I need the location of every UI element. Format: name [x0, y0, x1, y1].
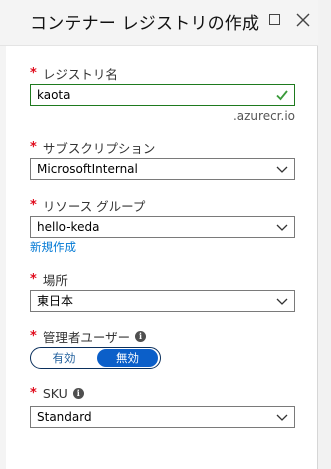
resource-group-label: * リソース グループ: [30, 196, 145, 215]
resource-group-field: * リソース グループ hello-keda 新規作成: [30, 196, 295, 258]
location-field: * 場所 東日本: [30, 270, 295, 316]
resource-group-dropdown[interactable]: hello-keda: [30, 216, 295, 238]
location-value: 東日本: [37, 294, 74, 308]
info-icon[interactable]: i: [135, 331, 147, 342]
maximize-button[interactable]: [267, 12, 283, 28]
resource-group-value: hello-keda: [37, 220, 100, 234]
subscription-field: * サブスクリプション MicrosoftInternal: [30, 138, 295, 184]
sku-value: Standard: [37, 410, 92, 424]
blade-title: コンテナー レジストリの作成: [30, 14, 260, 34]
create-new-resource-group-link[interactable]: 新規作成: [30, 239, 76, 255]
registry-name-value: kaota: [37, 88, 71, 102]
required-marker: *: [30, 272, 37, 287]
subscription-label: * サブスクリプション: [30, 138, 155, 157]
blade-edge-shadow: [318, 0, 331, 469]
maximize-icon: [269, 14, 280, 25]
registry-name-label-text: レジストリ名: [42, 67, 118, 82]
subscription-label-text: サブスクリプション: [42, 141, 156, 156]
registry-name-label: * レジストリ名: [30, 64, 118, 83]
required-marker: *: [30, 140, 37, 155]
sku-dropdown[interactable]: Standard: [30, 406, 295, 428]
resource-group-label-text: リソース グループ: [42, 199, 146, 214]
admin-user-enable-option[interactable]: 有効: [33, 349, 95, 367]
sku-field: * SKU i Standard: [30, 386, 295, 432]
create-container-registry-blade: コンテナー レジストリの作成 * レジストリ名 kaota .azurecr.i…: [0, 0, 331, 469]
chevron-down-icon: [276, 224, 288, 231]
required-marker: *: [30, 198, 37, 213]
admin-user-disable-option[interactable]: 無効: [97, 349, 158, 367]
registry-name-input[interactable]: kaota: [30, 84, 295, 106]
subscription-dropdown[interactable]: MicrosoftInternal: [30, 158, 295, 180]
close-button[interactable]: [295, 12, 311, 28]
admin-user-field: * 管理者ユーザー i 有効 無効: [30, 327, 295, 373]
chevron-down-icon: [276, 166, 288, 173]
info-icon[interactable]: i: [72, 388, 84, 399]
close-icon: [296, 13, 310, 27]
registry-domain-suffix: .azurecr.io: [232, 109, 295, 123]
chevron-down-icon: [276, 298, 288, 305]
subscription-value: MicrosoftInternal: [37, 162, 138, 176]
location-dropdown[interactable]: 東日本: [30, 290, 295, 312]
admin-user-label: * 管理者ユーザー i: [30, 327, 147, 346]
checkmark-icon: [276, 90, 288, 101]
admin-user-toggle: 有効 無効: [30, 347, 161, 369]
chevron-down-icon: [276, 414, 288, 421]
required-marker: *: [30, 329, 37, 344]
admin-user-label-text: 管理者ユーザー: [42, 330, 131, 345]
location-label-text: 場所: [42, 273, 68, 288]
required-marker: *: [30, 386, 37, 401]
required-marker: *: [30, 66, 37, 81]
blade-header: コンテナー レジストリの作成: [0, 0, 318, 46]
sku-label-text: SKU: [42, 386, 68, 401]
left-edge: [0, 0, 6, 469]
registry-name-field: * レジストリ名 kaota .azurecr.io: [30, 64, 295, 134]
location-label: * 場所: [30, 270, 68, 289]
sku-label: * SKU i: [30, 386, 84, 401]
